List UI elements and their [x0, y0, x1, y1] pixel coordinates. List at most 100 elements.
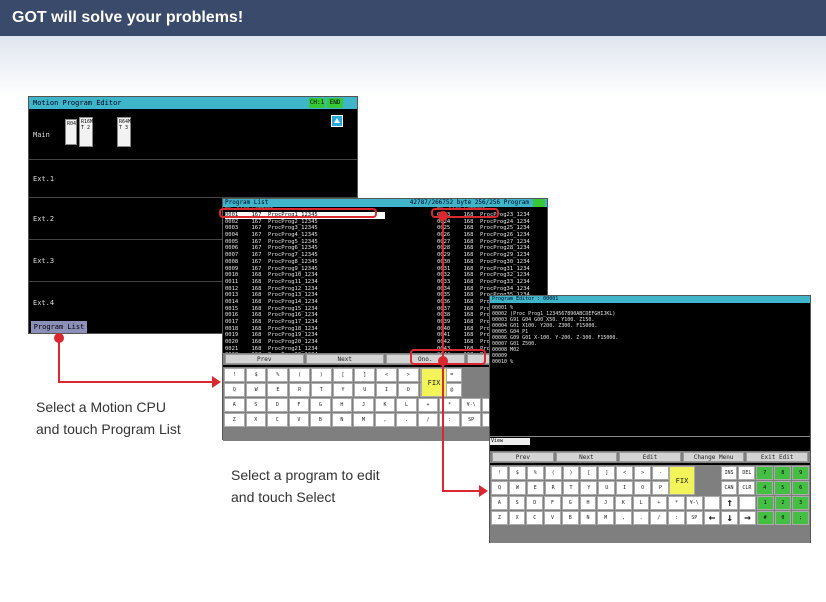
key[interactable]: O — [397, 383, 419, 397]
key[interactable]: , — [374, 413, 396, 427]
key[interactable]: , — [615, 511, 632, 525]
key[interactable]: 1 — [756, 496, 774, 510]
key[interactable]: CLR — [738, 481, 756, 495]
key[interactable]: K — [615, 496, 632, 510]
key[interactable]: → — [739, 511, 756, 525]
key[interactable]: % — [267, 368, 289, 382]
key[interactable]: H — [331, 398, 353, 412]
program-list-item[interactable]: 0008 167 ProcProg8_12345 — [225, 259, 385, 266]
key[interactable]: 4 — [756, 481, 774, 495]
key[interactable]: < — [616, 466, 634, 480]
key[interactable]: V — [544, 511, 561, 525]
key[interactable]: ) — [310, 368, 332, 382]
program-list-button[interactable]: Program List — [31, 321, 87, 333]
program-list-item[interactable]: 0006 167 ProcProg6_12345 — [225, 245, 385, 252]
key[interactable]: Z — [491, 511, 508, 525]
key[interactable]: Y — [332, 383, 354, 397]
key[interactable]: ↑ — [721, 496, 739, 510]
key[interactable]: C — [526, 511, 544, 525]
program-list-item[interactable]: 0031 168 ProcProg31_1234 — [437, 266, 597, 273]
module-motion-cpu-2[interactable]: R16M T 2 — [79, 117, 93, 147]
key[interactable]: [ — [580, 466, 598, 480]
key[interactable]: ] — [354, 368, 376, 382]
prev-button[interactable]: Prev — [225, 354, 304, 364]
key[interactable]: > — [397, 368, 419, 382]
program-list-item[interactable]: 0002 167 ProcProg2_12345 — [225, 219, 385, 226]
key[interactable]: % — [526, 466, 544, 480]
key[interactable]: > — [634, 466, 652, 480]
key[interactable]: . — [396, 413, 417, 427]
key[interactable]: $ — [508, 466, 526, 480]
key[interactable]: 9 — [792, 466, 810, 480]
program-list-item[interactable]: 0003 167 ProcProg3_12345 — [225, 225, 385, 232]
key[interactable]: O — [634, 481, 652, 495]
key[interactable]: ! — [491, 466, 508, 480]
program-list-item[interactable]: 0004 167 ProcProg4_12345 — [225, 232, 385, 239]
key[interactable]: H — [579, 496, 597, 510]
program-list-item[interactable]: 0025 168 ProcProg25_1234 — [437, 225, 597, 232]
key[interactable]: 7 — [756, 466, 774, 480]
key[interactable]: ↓ — [721, 511, 739, 525]
scroll-up-icon[interactable] — [331, 115, 343, 127]
key[interactable]: : — [668, 511, 685, 525]
key[interactable]: M — [597, 511, 615, 525]
fix-key[interactable]: FIX — [669, 466, 695, 495]
key[interactable]: U — [354, 383, 376, 397]
program-list-item[interactable]: 0010 168 ProcProg10_1234 — [225, 272, 385, 279]
program-list-item[interactable]: 0024 168 ProcProg24_1234 — [437, 219, 597, 226]
module-cpu[interactable]: R04 — [65, 119, 77, 145]
key[interactable]: INS — [720, 466, 738, 480]
program-list-item[interactable]: 0026 168 ProcProg26_1234 — [437, 232, 597, 239]
key[interactable]: W — [508, 481, 526, 495]
key[interactable]: ; — [792, 511, 809, 525]
key[interactable]: P — [652, 481, 669, 495]
key[interactable]: 0 — [774, 511, 792, 525]
key[interactable]: A — [224, 398, 245, 412]
prev-button[interactable]: Prev — [492, 452, 554, 462]
key[interactable]: J — [597, 496, 615, 510]
module-motion-cpu-3[interactable]: R64M T 3 — [117, 117, 131, 147]
key[interactable]: E — [526, 481, 544, 495]
program-list-item[interactable]: 0019 168 ProcProg19_1234 — [225, 332, 385, 339]
key[interactable]: [ — [332, 368, 354, 382]
key[interactable]: # — [756, 511, 774, 525]
key[interactable]: 5 — [774, 481, 792, 495]
program-list-item[interactable]: 0030 168 ProcProg30_1234 — [437, 259, 597, 266]
program-list-item[interactable]: 0014 168 ProcProg14_1234 — [225, 299, 385, 306]
key[interactable]: V — [288, 413, 310, 427]
key[interactable]: L — [396, 398, 417, 412]
key[interactable]: ← — [703, 511, 721, 525]
key[interactable]: I — [376, 383, 397, 397]
program-list-item[interactable]: 0027 168 ProcProg27_1234 — [437, 239, 597, 246]
key[interactable]: ( — [289, 368, 310, 382]
key[interactable]: L — [632, 496, 650, 510]
key[interactable]: Z — [224, 413, 245, 427]
key[interactable]: + — [650, 496, 668, 510]
program-list-item[interactable]: 0007 167 ProcProg7_12345 — [225, 252, 385, 259]
program-list-item[interactable]: 0011 168 ProcProg11_1234 — [225, 279, 385, 286]
program-list-item[interactable]: 0032 168 ProcProg32_1234 — [437, 272, 597, 279]
key[interactable]: < — [376, 368, 397, 382]
key[interactable]: + — [417, 398, 439, 412]
program-list-item[interactable]: 0020 168 ProcProg20_1234 — [225, 339, 385, 346]
key[interactable]: J — [353, 398, 374, 412]
key[interactable]: ) — [562, 466, 580, 480]
next-button[interactable]: Next — [555, 452, 618, 462]
key[interactable]: Q — [491, 481, 508, 495]
key[interactable]: ! — [224, 368, 245, 382]
program-list-item[interactable]: 0034 168 ProcProg34_1234 — [437, 286, 597, 293]
key[interactable]: E — [267, 383, 289, 397]
key[interactable]: N — [331, 413, 353, 427]
key[interactable]: X — [245, 413, 267, 427]
key[interactable]: Q — [224, 383, 245, 397]
key[interactable]: G — [561, 496, 579, 510]
key[interactable]: ] — [598, 466, 616, 480]
program-list-item[interactable]: 0028 168 ProcProg28_1234 — [437, 245, 597, 252]
program-list-item[interactable]: 0018 168 ProcProg18_1234 — [225, 326, 385, 333]
program-list-item[interactable]: 0013 168 ProcProg13_1234 — [225, 292, 385, 299]
key[interactable]: D — [526, 496, 544, 510]
key[interactable]: / — [650, 511, 668, 525]
program-list-item[interactable]: 0015 168 ProcProg15_1234 — [225, 306, 385, 313]
key[interactable]: I — [616, 481, 634, 495]
exit-edit-button[interactable]: Exit Edit — [746, 452, 808, 462]
